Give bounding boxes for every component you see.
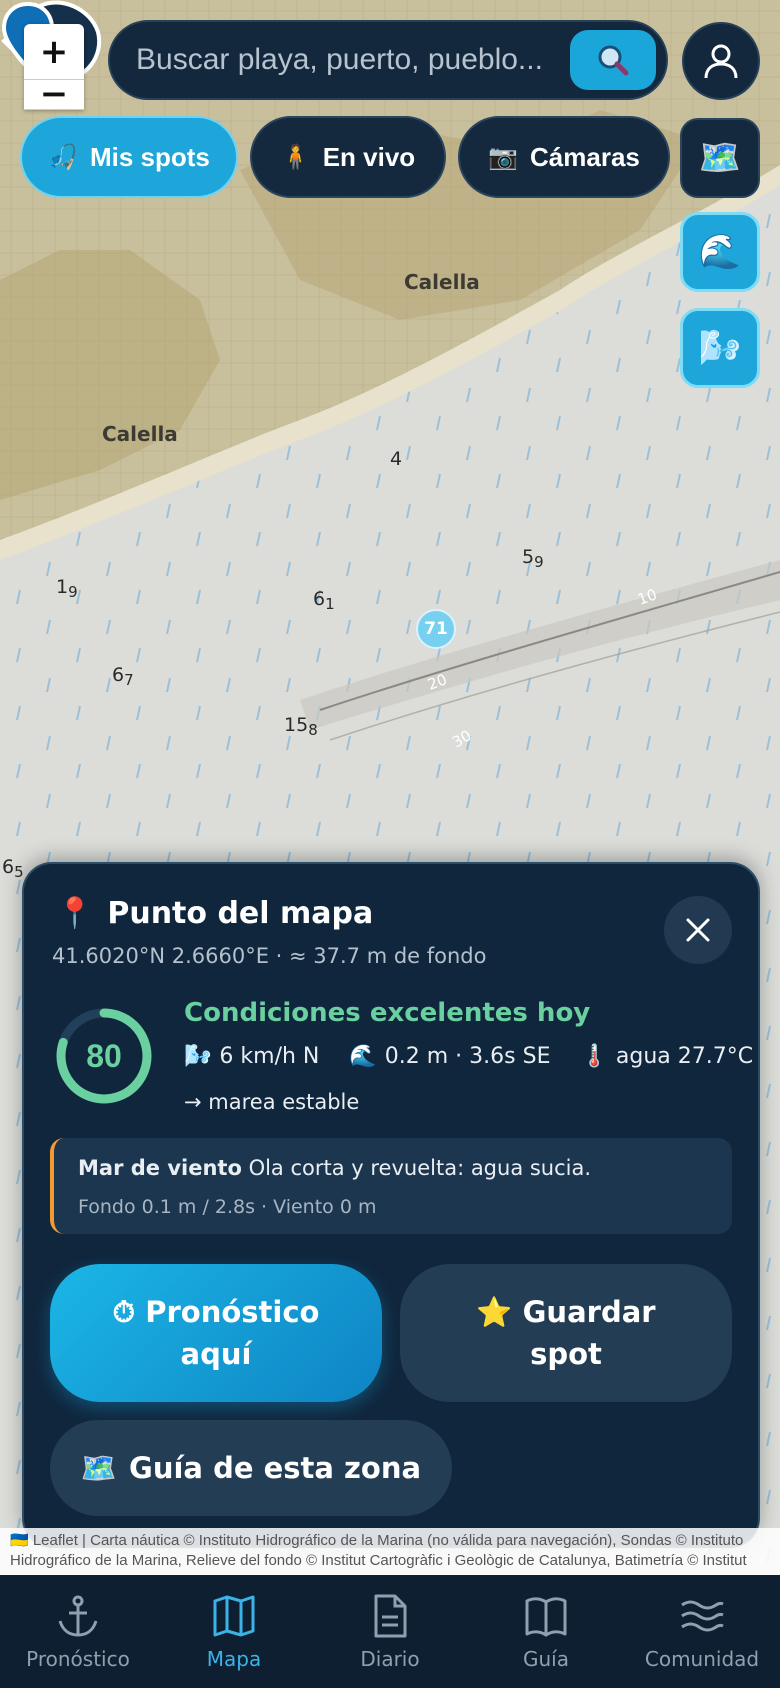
user-icon xyxy=(704,44,738,79)
guide-button-label: Guía de esta zona xyxy=(129,1451,422,1485)
search-bar[interactable]: Buscar playa, puerto, pueblo... xyxy=(108,20,668,100)
sheet-header: 📍 Punto del mapa xyxy=(56,896,373,931)
map-attribution: 🇺🇦 Leaflet | Carta náutica © Instituto H… xyxy=(0,1528,780,1575)
nav-label: Pronóstico xyxy=(26,1646,130,1671)
map-layers-button[interactable]: 🗺️ xyxy=(680,118,760,198)
nav-label: Comunidad xyxy=(644,1646,760,1671)
search-input[interactable]: Buscar playa, puerto, pueblo... xyxy=(136,43,570,77)
score-value: 80 xyxy=(86,1037,122,1074)
conditions-summary: 🌬️ 6 km/h N 🌊 0.2 m · 3.6s SE 🌡️ agua 27… xyxy=(184,1044,753,1069)
profile-button[interactable] xyxy=(682,22,760,100)
place-label: Calella xyxy=(102,422,178,446)
star-icon: ⭐ xyxy=(476,1295,513,1329)
nav-item-mapa[interactable]: Mapa xyxy=(156,1575,312,1688)
note-detail: Fondo 0.1 m / 2.8s · Viento 0 m xyxy=(78,1196,377,1218)
wave-icon: 🌊 xyxy=(349,1044,377,1069)
search-icon xyxy=(598,45,629,76)
map-layers-icon: 🗺️ xyxy=(698,138,742,178)
bottom-navigation: Pronóstico Mapa Diario Guía Comunidad xyxy=(0,1575,780,1688)
camera-icon: 📷 xyxy=(488,143,519,171)
chip-label: Cámaras xyxy=(530,141,640,172)
nav-item-diario[interactable]: Diario xyxy=(312,1575,468,1688)
pin-icon: 📍 xyxy=(56,896,94,931)
book-icon xyxy=(525,1596,567,1636)
depth-sounding: 67 xyxy=(112,664,134,689)
tide-status: → marea estable xyxy=(184,1090,360,1114)
depth-sounding: 19 xyxy=(56,576,78,601)
forecast-here-button[interactable]: ⏱ Pronóstico aquí xyxy=(50,1264,382,1402)
depth-sounding: 158 xyxy=(284,714,318,739)
close-button[interactable] xyxy=(664,896,732,964)
map-icon: 🗺️ xyxy=(80,1451,118,1485)
nav-item-guia[interactable]: Guía xyxy=(468,1575,624,1688)
nav-label: Guía xyxy=(523,1646,569,1671)
depth-sounding: 61 xyxy=(313,588,335,613)
depth-sounding: 65 xyxy=(2,856,24,881)
note-title: Mar de viento xyxy=(78,1156,242,1180)
note-text: Ola corta y revuelta: agua sucia. xyxy=(248,1156,592,1180)
fishing-rod-icon: 🎣 xyxy=(48,143,78,171)
chip-label: Mis spots xyxy=(89,141,210,172)
save-spot-button[interactable]: ⭐ Guardar spot xyxy=(400,1264,732,1402)
water-temp-value: agua 27.7°C xyxy=(615,1044,754,1069)
sea-state-note: Mar de viento Ola corta y revuelta: agua… xyxy=(50,1138,732,1234)
wave-icon: 🌊 xyxy=(698,232,742,272)
close-icon xyxy=(686,918,710,942)
conditions-title: Condiciones excelentes hoy xyxy=(184,998,591,1028)
wind-icon: 🌬️ xyxy=(184,1044,212,1069)
forecast-button-label: ⏱ Pronóstico aquí xyxy=(112,1295,320,1371)
sheet-title: Punto del mapa xyxy=(107,896,374,931)
save-button-label: ⭐ Guardar spot xyxy=(476,1295,656,1371)
zoom-out-button[interactable]: − xyxy=(24,77,84,110)
anchor-icon xyxy=(58,1595,98,1637)
zone-guide-button[interactable]: 🗺️ Guía de esta zona xyxy=(50,1420,452,1516)
place-label: Calella xyxy=(404,270,480,294)
chip-camaras[interactable]: 📷 Cámaras xyxy=(458,116,670,198)
depth-sounding: 59 xyxy=(522,546,544,571)
person-icon: 🧍 xyxy=(280,143,311,171)
chip-label: En vivo xyxy=(322,141,416,172)
waves-layer-button[interactable]: 🌊 xyxy=(680,212,760,292)
chip-mis-spots[interactable]: 🎣 Mis spots xyxy=(20,116,238,198)
note-summary: Mar de viento Ola corta y revuelta: agua… xyxy=(78,1156,591,1180)
wind-icon: 🌬️ xyxy=(698,328,742,368)
zoom-control: + − xyxy=(24,24,84,110)
waves-icon xyxy=(681,1600,724,1631)
wind-value: 6 km/h N xyxy=(219,1044,320,1069)
stopwatch-icon: ⏱ xyxy=(112,1295,136,1329)
document-icon xyxy=(374,1594,407,1637)
search-button[interactable] xyxy=(570,30,656,90)
spot-count-badge: 71 xyxy=(416,609,456,649)
depth-sounding: 4 xyxy=(390,448,403,470)
coordinates-text: 41.6020°N 2.6660°E · ≈ 37.7 m de fondo xyxy=(52,944,487,968)
nav-label: Mapa xyxy=(206,1646,262,1671)
nav-label: Diario xyxy=(360,1646,420,1671)
chip-en-vivo[interactable]: 🧍 En vivo xyxy=(250,116,446,198)
nav-item-comunidad[interactable]: Comunidad xyxy=(624,1575,780,1688)
thermometer-icon: 🌡️ xyxy=(580,1044,608,1069)
zoom-in-button[interactable]: + xyxy=(24,24,84,80)
point-details-sheet: 📍 Punto del mapa 41.6020°N 2.6660°E · ≈ … xyxy=(22,862,760,1548)
nav-item-pronostico[interactable]: Pronóstico xyxy=(0,1575,156,1688)
wind-layer-button[interactable]: 🌬️ xyxy=(680,308,760,388)
wave-value: 0.2 m · 3.6s SE xyxy=(384,1044,551,1069)
map-icon xyxy=(213,1595,255,1636)
